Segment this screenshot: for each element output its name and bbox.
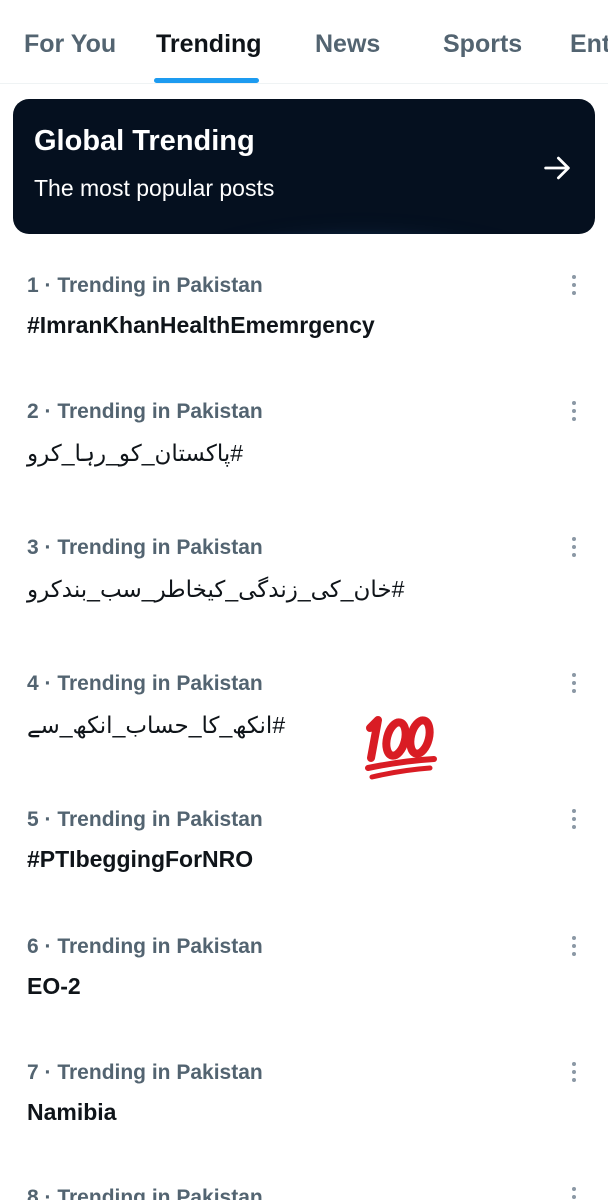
tab-for-you[interactable]: For You	[24, 30, 116, 59]
tab-news[interactable]: News	[315, 30, 380, 59]
tab-bar: For You Trending News Sports Ent	[0, 0, 608, 84]
trend-meta: 3 · Trending in Pakistan	[27, 536, 263, 559]
more-options-icon[interactable]	[566, 671, 582, 695]
trend-meta: 4 · Trending in Pakistan	[27, 672, 263, 695]
trend-meta: 1 · Trending in Pakistan	[27, 274, 263, 297]
tab-entertainment[interactable]: Ent	[570, 30, 608, 59]
hundred-points-emoji	[365, 716, 437, 780]
more-options-icon[interactable]	[566, 807, 582, 831]
trend-meta: 8 · Trending in Pakistan	[27, 1186, 263, 1200]
trend-name: #خان_کی_زندگی_کیخاطر_سب_بندکرو	[27, 576, 405, 602]
trend-name: EO-2	[27, 973, 81, 999]
trend-meta: 7 · Trending in Pakistan	[27, 1061, 263, 1084]
tab-trending[interactable]: Trending	[156, 30, 262, 59]
trend-meta: 2 · Trending in Pakistan	[27, 400, 263, 423]
trend-meta: 6 · Trending in Pakistan	[27, 935, 263, 958]
trend-meta: 5 · Trending in Pakistan	[27, 808, 263, 831]
active-tab-indicator	[154, 78, 259, 83]
more-options-icon[interactable]	[566, 1185, 582, 1200]
trend-name: #انکھ_کا_حساب_انکھ_سے	[27, 712, 286, 738]
trend-name: #ImranKhanHealthEmemrgency	[27, 312, 375, 338]
more-options-icon[interactable]	[566, 535, 582, 559]
banner-subtitle: The most popular posts	[34, 175, 275, 201]
more-options-icon[interactable]	[566, 1060, 582, 1084]
more-options-icon[interactable]	[566, 399, 582, 423]
banner-title: Global Trending	[34, 125, 255, 157]
arrow-right-icon[interactable]	[540, 151, 574, 185]
tab-sports[interactable]: Sports	[443, 30, 522, 59]
more-options-icon[interactable]	[566, 273, 582, 297]
trend-name: Namibia	[27, 1099, 117, 1125]
trend-name: #PTIbeggingForNRO	[27, 846, 254, 872]
more-options-icon[interactable]	[566, 934, 582, 958]
trend-name: #پاکستان_کو_رہا_کرو	[27, 440, 244, 466]
global-trending-banner[interactable]: Global Trending The most popular posts	[13, 99, 595, 234]
